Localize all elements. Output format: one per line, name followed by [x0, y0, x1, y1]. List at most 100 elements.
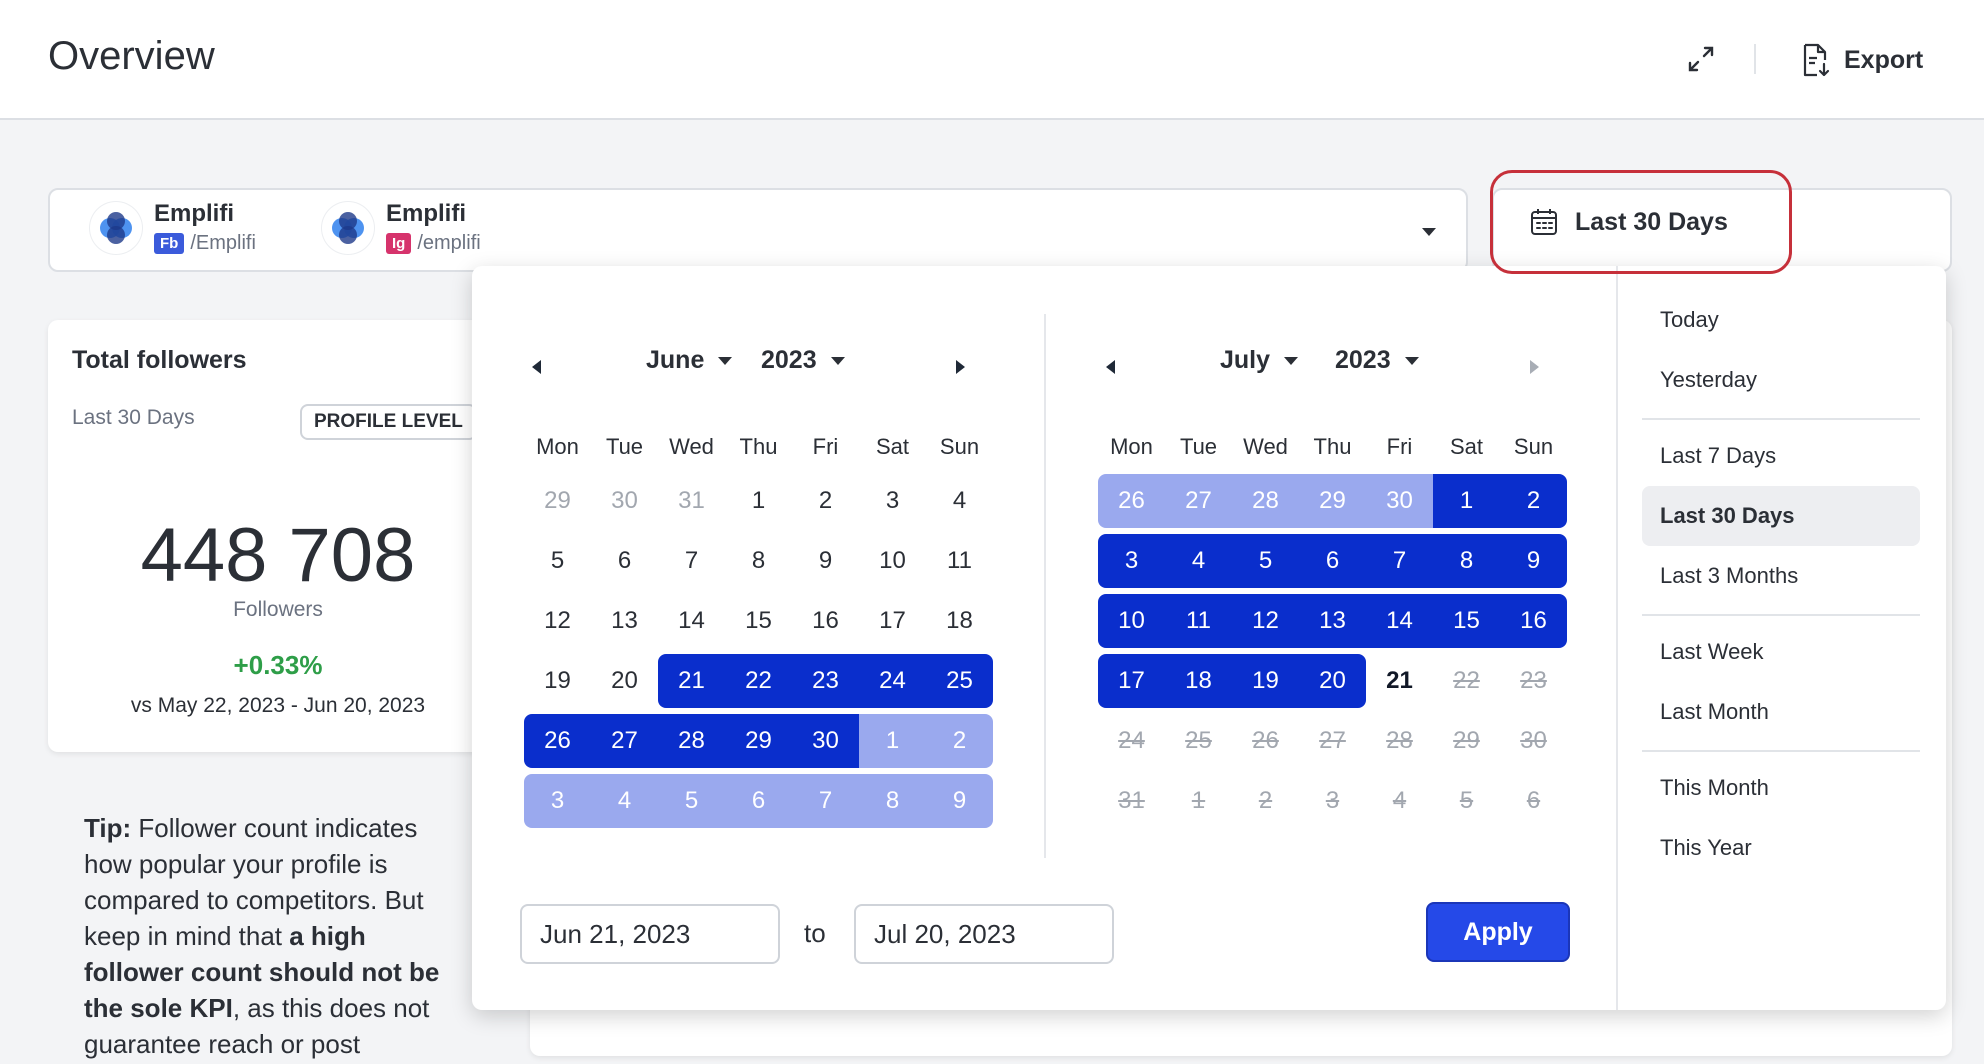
calendar-day[interactable]: 25 [926, 654, 993, 708]
card-title: Total followers [72, 346, 247, 374]
calendar-day[interactable]: 26 [1098, 474, 1165, 528]
calendar-day[interactable]: 13 [591, 594, 658, 648]
profile-level-badge: PROFILE LEVEL [300, 404, 477, 440]
top-bar: Overview Export [0, 0, 1984, 120]
calendar-day[interactable]: 30 [591, 474, 658, 528]
calendar-day[interactable]: 31 [658, 474, 725, 528]
weekday-label: Mon [536, 434, 579, 459]
calendar-day[interactable]: 4 [1165, 534, 1232, 588]
calendar-day[interactable]: 17 [1098, 654, 1165, 708]
end-date-input[interactable]: Jul 20, 2023 [854, 904, 1114, 964]
apply-button[interactable]: Apply [1426, 902, 1570, 962]
calendar-day[interactable]: 14 [658, 594, 725, 648]
calendar-day[interactable]: 8 [725, 534, 792, 588]
calendar-day[interactable]: 9 [926, 774, 993, 828]
calendar-day[interactable]: 10 [859, 534, 926, 588]
calendar-day[interactable]: 9 [1500, 534, 1567, 588]
calendar-day[interactable]: 18 [926, 594, 993, 648]
profile-selector[interactable]: Emplifi Fb /Emplifi Emplifi Ig /emplifi [48, 188, 1468, 272]
preset-option[interactable]: Last 30 Days [1642, 486, 1920, 546]
calendar-day[interactable]: 28 [1232, 474, 1299, 528]
calendar-day[interactable]: 30 [792, 714, 859, 768]
calendar-day: 26 [1252, 727, 1279, 754]
calendar-day[interactable]: 20 [591, 654, 658, 708]
calendar-day[interactable]: 21 [658, 654, 725, 708]
calendar-day[interactable]: 27 [1165, 474, 1232, 528]
calendar-day[interactable]: 22 [725, 654, 792, 708]
year-select[interactable]: 2023 [1335, 346, 1419, 375]
calendar-day[interactable]: 4 [926, 474, 993, 528]
expand-button[interactable] [1680, 38, 1722, 80]
next-month-icon[interactable] [956, 360, 965, 374]
previous-month-icon[interactable] [1106, 360, 1115, 374]
start-date-input[interactable]: Jun 21, 2023 [520, 904, 780, 964]
comparison-period: vs May 22, 2023 - Jun 20, 2023 [130, 694, 426, 717]
calendar-day[interactable]: 27 [591, 714, 658, 768]
calendar-day[interactable]: 12 [524, 594, 591, 648]
date-range-button[interactable]: Last 30 Days [1490, 170, 1792, 274]
year-select[interactable]: 2023 [761, 346, 845, 375]
calendar-day[interactable]: 20 [1299, 654, 1366, 708]
month-select[interactable]: June [646, 346, 733, 375]
preset-option[interactable]: Last Month [1642, 682, 1920, 742]
calendar-day[interactable]: 23 [792, 654, 859, 708]
calendar-day[interactable]: 6 [725, 774, 792, 828]
month-select[interactable]: July [1220, 346, 1299, 375]
calendar-day[interactable]: 5 [1232, 534, 1299, 588]
calendar-day[interactable]: 29 [725, 714, 792, 768]
calendar-day[interactable]: 1 [859, 714, 926, 768]
calendar-day[interactable]: 1 [1433, 474, 1500, 528]
calendar-day[interactable]: 14 [1366, 594, 1433, 648]
calendar-day[interactable]: 26 [524, 714, 591, 768]
calendar-day[interactable]: 4 [591, 774, 658, 828]
calendar-day[interactable]: 6 [591, 534, 658, 588]
preset-option[interactable]: This Year [1642, 818, 1920, 878]
calendar-day[interactable]: 15 [725, 594, 792, 648]
calendar-day[interactable]: 16 [792, 594, 859, 648]
previous-month-icon[interactable] [532, 360, 541, 374]
calendar-day[interactable]: 11 [926, 534, 993, 588]
calendar-day[interactable]: 7 [1366, 534, 1433, 588]
calendar-day[interactable]: 16 [1500, 594, 1567, 648]
preset-option[interactable]: This Month [1642, 758, 1920, 818]
profile-dropdown-caret-icon[interactable] [1422, 228, 1436, 236]
calendar-day[interactable]: 19 [524, 654, 591, 708]
calendar-day[interactable]: 30 [1366, 474, 1433, 528]
export-file-icon [1803, 43, 1830, 77]
preset-option[interactable]: Last 3 Months [1642, 546, 1920, 606]
calendar-day[interactable]: 12 [1232, 594, 1299, 648]
preset-option[interactable]: Last 7 Days [1642, 426, 1920, 486]
calendar-day[interactable]: 9 [792, 534, 859, 588]
calendar-day[interactable]: 5 [658, 774, 725, 828]
calendar-day[interactable]: 7 [658, 534, 725, 588]
weekday-label: Tue [605, 434, 644, 459]
calendar-day[interactable]: 2 [926, 714, 993, 768]
calendar-day[interactable]: 7 [792, 774, 859, 828]
calendar-day[interactable]: 3 [524, 774, 591, 828]
calendar-day[interactable]: 15 [1433, 594, 1500, 648]
calendar-day[interactable]: 3 [859, 474, 926, 528]
calendar-day[interactable]: 24 [859, 654, 926, 708]
calendar-day[interactable]: 8 [859, 774, 926, 828]
calendar-day[interactable]: 8 [1433, 534, 1500, 588]
preset-option[interactable]: Today [1642, 290, 1920, 350]
preset-option[interactable]: Yesterday [1642, 350, 1920, 410]
calendar-day[interactable]: 21 [1366, 654, 1433, 708]
calendar-day[interactable]: 6 [1299, 534, 1366, 588]
calendar-day[interactable]: 29 [1299, 474, 1366, 528]
calendar-day[interactable]: 11 [1165, 594, 1232, 648]
calendar-day[interactable]: 2 [792, 474, 859, 528]
calendar-day[interactable]: 5 [524, 534, 591, 588]
calendar-day[interactable]: 3 [1098, 534, 1165, 588]
export-button[interactable]: Export [1800, 36, 1923, 84]
preset-option[interactable]: Last Week [1642, 622, 1920, 682]
calendar-day[interactable]: 17 [859, 594, 926, 648]
calendar-day[interactable]: 29 [524, 474, 591, 528]
calendar-day[interactable]: 1 [725, 474, 792, 528]
calendar-day[interactable]: 10 [1098, 594, 1165, 648]
calendar-day[interactable]: 28 [658, 714, 725, 768]
calendar-day[interactable]: 18 [1165, 654, 1232, 708]
calendar-day[interactable]: 13 [1299, 594, 1366, 648]
calendar-day[interactable]: 2 [1500, 474, 1567, 528]
calendar-day[interactable]: 19 [1232, 654, 1299, 708]
